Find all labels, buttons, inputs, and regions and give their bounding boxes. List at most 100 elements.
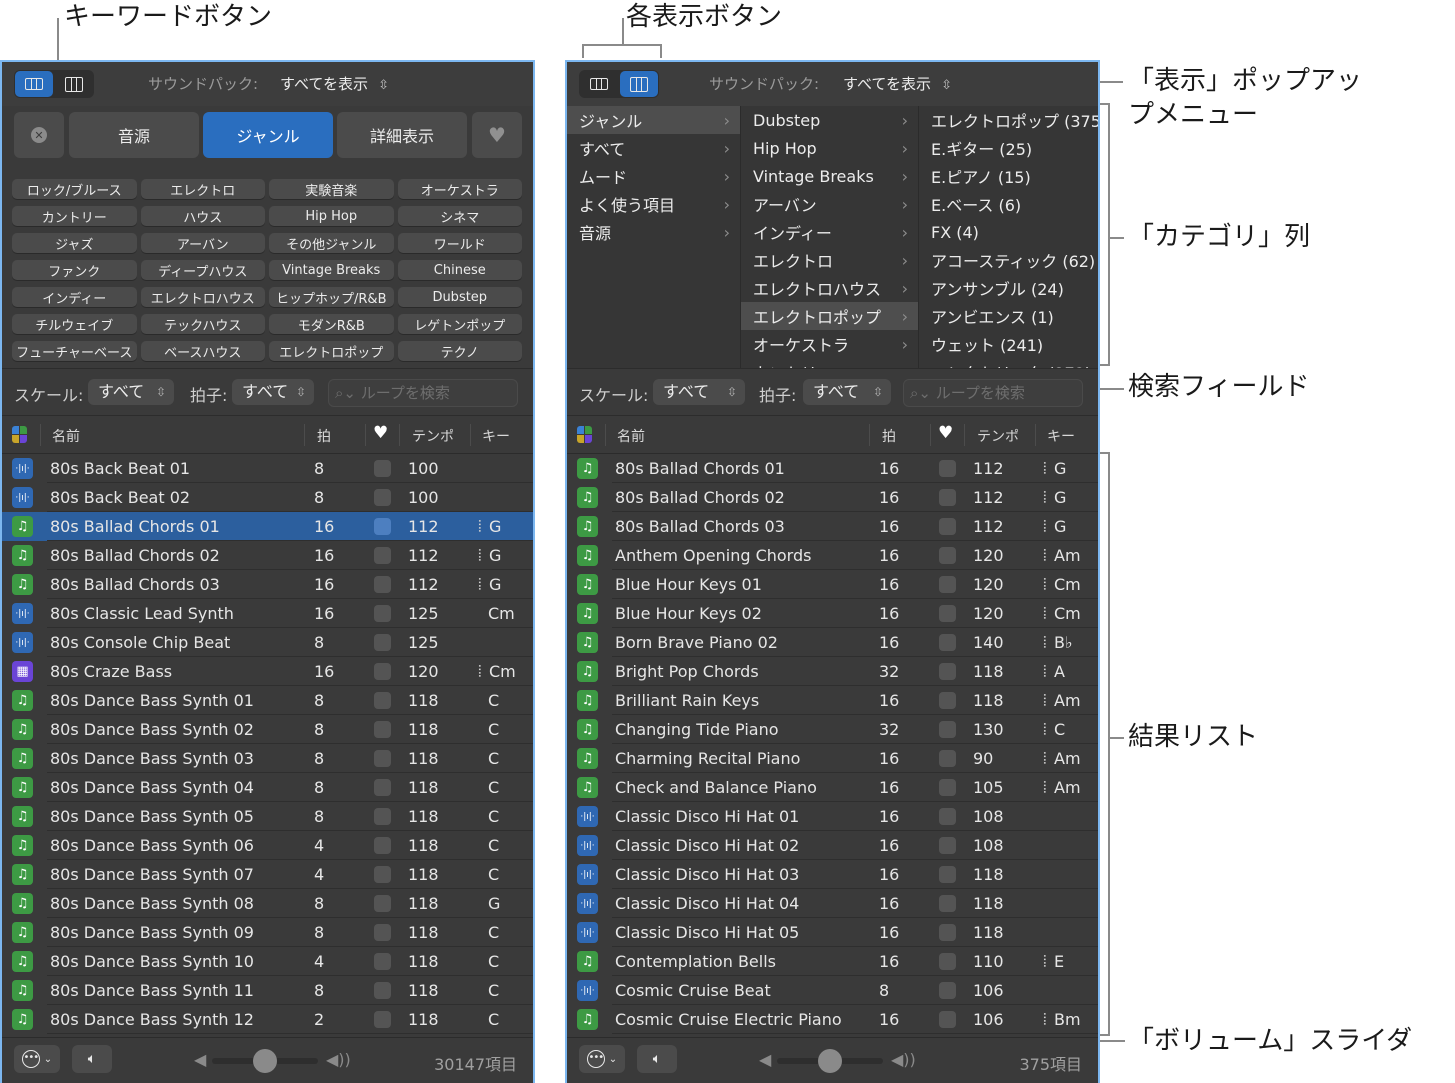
- preview-speaker-button[interactable]: 🔈︎: [637, 1045, 677, 1073]
- favorite-checkbox[interactable]: [374, 576, 391, 593]
- keyword-button[interactable]: ロック/ブルース: [12, 179, 137, 199]
- favorite-checkbox[interactable]: [939, 460, 956, 477]
- keyword-button[interactable]: その他ジャンル: [269, 233, 394, 253]
- volume-slider-knob[interactable]: [818, 1049, 842, 1073]
- table-row[interactable]: ·|ı|· 80s Back Beat 01 8 100: [2, 454, 533, 483]
- browser-item[interactable]: E.ベース (6): [919, 190, 1098, 218]
- favorite-checkbox[interactable]: [939, 576, 956, 593]
- signature-popup[interactable]: すべて ⇳: [232, 379, 314, 405]
- browser-item[interactable]: インディー ›: [741, 218, 918, 246]
- browser-item[interactable]: E.ギター (25): [919, 134, 1098, 162]
- browser-item[interactable]: 音源 ›: [567, 218, 740, 246]
- favorite-checkbox[interactable]: [374, 1011, 391, 1028]
- button-view-button[interactable]: [580, 71, 618, 97]
- table-row[interactable]: ♫ Changing Tide Piano 32 130 ⦙ C: [567, 715, 1098, 744]
- table-row[interactable]: ·|ı|· Classic Disco Hi Hat 05 16 118: [567, 918, 1098, 947]
- favorite-checkbox[interactable]: [939, 605, 956, 622]
- table-row[interactable]: ♫ 80s Dance Bass Synth 02 8 118 C: [2, 715, 533, 744]
- table-row[interactable]: ♫ Check and Balance Piano 16 105 ⦙ Am: [567, 773, 1098, 802]
- browser-item[interactable]: エレクトロ ›: [741, 246, 918, 274]
- favorite-checkbox[interactable]: [374, 779, 391, 796]
- column-view-button[interactable]: [620, 71, 658, 97]
- favorite-checkbox[interactable]: [939, 924, 956, 941]
- keyword-button[interactable]: アーバン: [140, 233, 265, 253]
- keyword-button[interactable]: テックハウス: [140, 314, 265, 334]
- keyword-button[interactable]: レゲトンポップ: [397, 314, 522, 334]
- column-header-key[interactable]: キー: [482, 426, 510, 446]
- keyword-button[interactable]: インディー: [12, 287, 137, 307]
- keyword-button[interactable]: モダンR&B: [269, 314, 394, 334]
- table-row[interactable]: ♫ 80s Ballad Chords 02 16 112 ⦙ G: [2, 541, 533, 570]
- keyword-button[interactable]: エレクトロポップ: [269, 341, 394, 361]
- loop-type-filter-icon[interactable]: [577, 426, 592, 443]
- favorite-checkbox[interactable]: [939, 1011, 956, 1028]
- table-row[interactable]: ♫ Brilliant Rain Keys 16 118 ⦙ Am: [567, 686, 1098, 715]
- favorite-checkbox[interactable]: [939, 489, 956, 506]
- tab-instrument[interactable]: 音源: [69, 112, 199, 158]
- browser-item[interactable]: Hip Hop ›: [741, 134, 918, 162]
- keyword-button[interactable]: ファンク: [12, 260, 137, 280]
- table-row[interactable]: ♫ Born Brave Piano 02 16 140 ⦙ B♭: [567, 628, 1098, 657]
- favorite-checkbox[interactable]: [939, 808, 956, 825]
- favorite-checkbox[interactable]: [374, 837, 391, 854]
- favorite-checkbox[interactable]: [374, 895, 391, 912]
- column-header-beats[interactable]: 拍: [317, 426, 331, 446]
- table-row[interactable]: ♫ 80s Ballad Chords 03 16 112 ⦙ G: [2, 570, 533, 599]
- browser-item[interactable]: E.ピアノ (15): [919, 162, 1098, 190]
- scale-popup[interactable]: すべて ⇳: [653, 379, 745, 405]
- browser-item[interactable]: アンビエンス (1): [919, 302, 1098, 330]
- table-row[interactable]: ♫ 80s Ballad Chords 02 16 112 ⦙ G: [567, 483, 1098, 512]
- tab-genre[interactable]: ジャンル: [203, 112, 333, 158]
- table-row[interactable]: ♫ 80s Dance Bass Synth 04 8 118 C: [2, 773, 533, 802]
- favorite-checkbox[interactable]: [939, 982, 956, 999]
- browser-item[interactable]: ムード ›: [567, 162, 740, 190]
- keyword-button[interactable]: Hip Hop: [269, 206, 394, 226]
- favorite-checkbox[interactable]: [374, 518, 391, 535]
- favorite-checkbox[interactable]: [374, 808, 391, 825]
- keyword-button[interactable]: テクノ: [397, 341, 522, 361]
- table-row[interactable]: ♫ Contemplation Bells 16 110 ⦙ E: [567, 947, 1098, 976]
- favorite-checkbox[interactable]: [374, 924, 391, 941]
- browser-item[interactable]: アンサンブル (24): [919, 274, 1098, 302]
- table-row[interactable]: ♫ 80s Dance Bass Synth 11 8 118 C: [2, 976, 533, 1005]
- keyword-button[interactable]: ベースハウス: [140, 341, 265, 361]
- keyword-button[interactable]: Dubstep: [397, 287, 522, 307]
- table-row[interactable]: ·|ı|· Classic Disco Hi Hat 04 16 118: [567, 889, 1098, 918]
- keyword-button[interactable]: ワールド: [397, 233, 522, 253]
- favorite-checkbox[interactable]: [939, 721, 956, 738]
- soundpack-popup[interactable]: すべてを表示 ⇳: [280, 73, 389, 94]
- keyword-button[interactable]: ディープハウス: [140, 260, 265, 280]
- soundpack-popup[interactable]: すべてを表示 ⇳: [843, 73, 952, 94]
- favorite-checkbox[interactable]: [939, 663, 956, 680]
- favorite-checkbox[interactable]: [374, 489, 391, 506]
- column-header-favorite-heart-icon[interactable]: ♥: [938, 423, 953, 443]
- favorite-checkbox[interactable]: [939, 953, 956, 970]
- table-row[interactable]: ·|ı|· Classic Disco Hi Hat 03 16 118: [567, 860, 1098, 889]
- table-row[interactable]: ♫ 80s Ballad Chords 01 16 112 ⦙ G: [2, 512, 533, 541]
- preview-speaker-button[interactable]: 🔈︎: [72, 1045, 112, 1073]
- table-row[interactable]: ♫ Bright Pop Chords 32 118 ⦙ A: [567, 657, 1098, 686]
- favorite-checkbox[interactable]: [374, 692, 391, 709]
- keyword-button[interactable]: カントリー: [12, 206, 137, 226]
- table-row[interactable]: ♫ 80s Dance Bass Synth 05 8 118 C: [2, 802, 533, 831]
- table-row[interactable]: ♫ 80s Dance Bass Synth 09 8 118 C: [2, 918, 533, 947]
- favorite-checkbox[interactable]: [939, 895, 956, 912]
- favorite-checkbox[interactable]: [939, 634, 956, 651]
- column-header-tempo[interactable]: テンポ: [412, 426, 454, 446]
- more-options-button[interactable]: ••• ⌄: [579, 1045, 625, 1073]
- favorite-checkbox[interactable]: [939, 518, 956, 535]
- browser-item[interactable]: カントリー›: [741, 358, 918, 369]
- favorite-checkbox[interactable]: [374, 750, 391, 767]
- table-row[interactable]: ♫ 80s Ballad Chords 03 16 112 ⦙ G: [567, 512, 1098, 541]
- column-header-tempo[interactable]: テンポ: [977, 426, 1019, 446]
- favorite-checkbox[interactable]: [939, 547, 956, 564]
- browser-item[interactable]: オーケストラ ›: [741, 330, 918, 358]
- favorite-checkbox[interactable]: [939, 692, 956, 709]
- favorite-checkbox[interactable]: [939, 837, 956, 854]
- loop-type-filter-icon[interactable]: [12, 426, 27, 443]
- search-input[interactable]: ⌕⌄ ループを検索: [328, 379, 518, 407]
- browser-item[interactable]: Vintage Breaks ›: [741, 162, 918, 190]
- table-row[interactable]: ♫ Blue Hour Keys 02 16 120 ⦙ Cm: [567, 599, 1098, 628]
- favorite-checkbox[interactable]: [374, 866, 391, 883]
- keyword-button[interactable]: Chinese: [397, 260, 522, 280]
